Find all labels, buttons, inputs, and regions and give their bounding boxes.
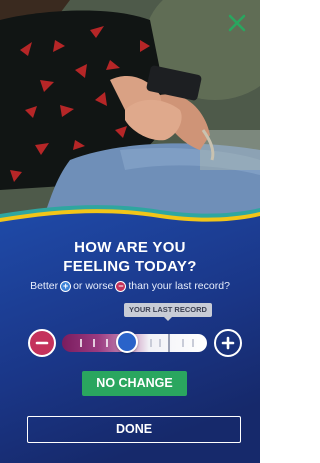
slider-tick <box>182 339 184 347</box>
decrease-button[interactable] <box>28 329 56 357</box>
person-holding-phone-illustration <box>0 0 260 228</box>
prompt-title-line-2: FEELING TODAY? <box>63 258 197 275</box>
close-button[interactable] <box>228 14 252 38</box>
inline-plus-icon: + <box>60 280 72 292</box>
slider-tick <box>106 339 108 347</box>
subtitle-than-last: than your last record? <box>128 280 230 292</box>
slider-tick <box>150 339 152 347</box>
plus-icon <box>221 336 235 350</box>
prompt-title: HOW ARE YOU FEELING TODAY? <box>0 238 260 276</box>
subtitle-better: Better <box>30 280 59 292</box>
last-record-tag-pointer <box>164 317 172 321</box>
increase-button[interactable] <box>214 329 242 357</box>
prompt-title-line-1: HOW ARE YOU <box>74 239 186 256</box>
close-icon <box>228 14 246 32</box>
last-record-tag: YOUR LAST RECORD <box>124 303 212 317</box>
slider-tick <box>159 339 161 347</box>
slider-tick <box>80 339 82 347</box>
feeling-check-screen: HOW ARE YOU FEELING TODAY? Better + or w… <box>0 0 260 463</box>
feeling-panel: HOW ARE YOU FEELING TODAY? Better + or w… <box>0 200 260 463</box>
prompt-subtitle: Better + or worse − than your last recor… <box>0 280 260 292</box>
slider-tick <box>93 339 95 347</box>
hero-photo <box>0 0 260 228</box>
prompt-block: HOW ARE YOU FEELING TODAY? Better + or w… <box>0 238 260 292</box>
inline-minus-icon: − <box>115 280 127 292</box>
done-button[interactable]: DONE <box>27 416 241 443</box>
feeling-slider-row: YOUR LAST RECORD <box>0 303 260 357</box>
slider-tick <box>192 339 194 347</box>
no-change-button[interactable]: NO CHANGE <box>82 371 187 396</box>
subtitle-or-worse: or worse <box>73 280 114 292</box>
last-record-marker <box>168 334 171 352</box>
minus-icon <box>35 341 49 345</box>
